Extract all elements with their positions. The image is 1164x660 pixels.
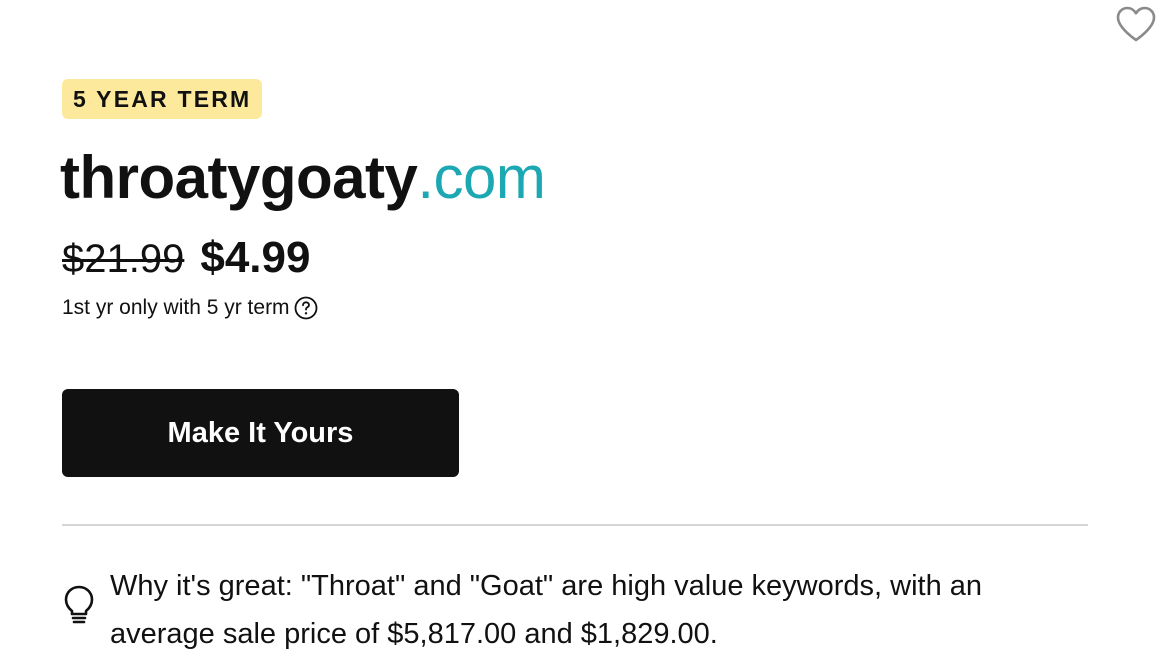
heart-outline-icon [1116, 6, 1156, 42]
help-button[interactable] [294, 296, 318, 320]
sale-price: $4.99 [200, 233, 311, 282]
domain-sld: throatygoaty [60, 144, 418, 211]
question-circle-icon [294, 296, 317, 320]
insight-tip: Why it's great: "Throat" and "Goat" are … [62, 562, 1102, 658]
domain-tld: .com [417, 144, 546, 211]
price-row: $21.99 $4.99 [62, 233, 310, 283]
original-price: $21.99 [62, 237, 185, 281]
divider [62, 524, 1088, 526]
term-badge: 5 YEAR TERM [62, 79, 263, 119]
make-it-yours-button[interactable]: Make It Yours [62, 389, 459, 477]
term-note-text: 1st yr only with 5 yr term [62, 296, 290, 319]
domain-offer-card: 5 YEAR TERM throatygoaty.com $21.99 $4.9… [0, 0, 1164, 660]
bulb-wrapper [62, 562, 110, 629]
favorite-button[interactable] [1114, 4, 1158, 44]
lightbulb-icon [64, 585, 94, 624]
insight-text: Why it's great: "Throat" and "Goat" are … [110, 570, 983, 650]
domain-name: throatygoaty.com [60, 140, 546, 216]
term-note: 1st yr only with 5 yr term [62, 296, 318, 320]
